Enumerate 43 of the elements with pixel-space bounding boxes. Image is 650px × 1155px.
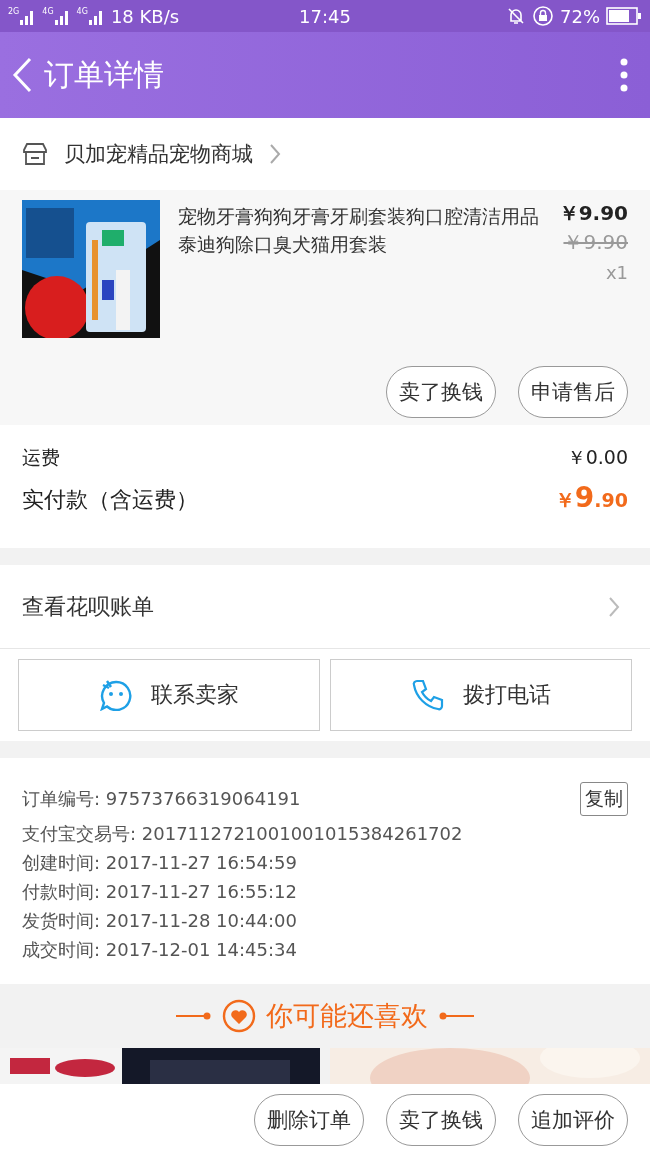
copy-button[interactable]: 复制 (580, 781, 628, 816)
order-info-line: 成交时间: 2017-12-01 14:45:34 (22, 937, 297, 962)
contact-button[interactable]: 拨打电话 (330, 659, 632, 731)
paid-amount: ￥9.90 (554, 481, 628, 514)
shop-name: 贝加宠精品宠物商城 (64, 141, 253, 168)
clock: 17:45 (299, 5, 351, 27)
action-button[interactable]: 卖了换钱 (386, 366, 496, 418)
shop-row[interactable]: 贝加宠精品宠物商城 (0, 118, 650, 190)
order-info-line: 创建时间: 2017-11-27 16:54:59 (22, 850, 297, 875)
network-speed: 18 KB/s (110, 5, 180, 27)
order-action-button[interactable]: 卖了换钱 (386, 1093, 496, 1146)
chevron-icon (269, 143, 281, 165)
huabei-row[interactable]: 查看花呗账单 (0, 565, 650, 649)
contact-button[interactable]: 联系卖家 (18, 659, 320, 731)
order-action-button[interactable]: 删除订单 (254, 1093, 364, 1146)
battery-icon (606, 7, 642, 25)
divider-right-icon (438, 1012, 474, 1020)
shipping-label: 运费 (22, 445, 60, 470)
huabei-label: 查看花呗账单 (22, 592, 154, 621)
paid-label: 实付款（含运费） (22, 486, 198, 514)
recommend-title: 你可能还喜欢 (266, 999, 428, 1033)
page-title: 订单详情 (44, 55, 165, 94)
order-info-line: 支付宝交易号: 2017112721001001015384261702 (22, 821, 463, 846)
shipping-fee: ￥0.00 (566, 445, 628, 470)
order-action-button[interactable]: 追加评价 (518, 1093, 628, 1146)
store-icon (22, 142, 48, 166)
back-icon[interactable] (12, 57, 32, 93)
divider-left-icon (176, 1012, 212, 1020)
mute-icon (506, 6, 526, 26)
order-info-line: 订单编号: 97573766319064191 (22, 786, 301, 811)
action-button[interactable]: 申请售后 (518, 366, 628, 418)
phone-icon (411, 678, 445, 712)
rotation-lock-icon (532, 5, 554, 27)
order-info-line: 付款时间: 2017-11-27 16:55:12 (22, 879, 297, 904)
order-info-line: 发货时间: 2017-11-28 10:44:00 (22, 908, 297, 933)
battery-level: 72% (560, 5, 600, 27)
chat-face-icon (99, 679, 133, 711)
quantity: x1 (605, 262, 628, 283)
price: ￥9.90 (558, 200, 628, 227)
product-title[interactable]: 宠物牙膏狗狗牙膏牙刷套装狗口腔清洁用品泰迪狗除口臭犬猫用套装 (178, 202, 541, 258)
chevron-icon (608, 595, 620, 618)
original-price: ￥9.90 (563, 229, 628, 256)
more-icon[interactable] (620, 58, 628, 92)
